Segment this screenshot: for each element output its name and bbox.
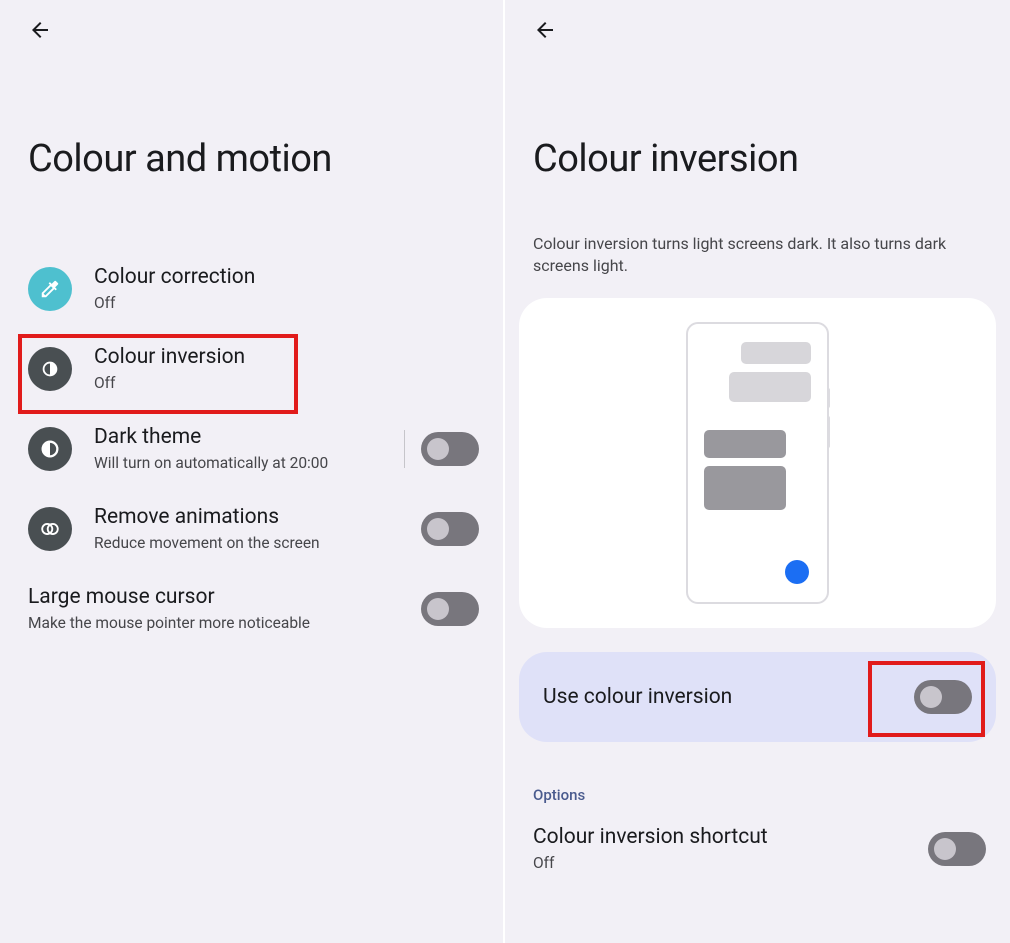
item-title: Colour inversion [94,344,479,371]
use-colour-inversion-card[interactable]: Use colour inversion [519,652,996,742]
item-large-mouse-cursor[interactable]: Large mouse cursor Make the mouse pointe… [0,569,503,649]
toggle-label: Use colour inversion [543,685,732,709]
item-colour-inversion[interactable]: Colour inversion Off [0,329,503,409]
panel-colour-and-motion: Colour and motion Colour correction Off … [0,0,505,943]
item-title: Large mouse cursor [28,584,421,611]
invert-colours-icon [28,347,72,391]
panel-colour-inversion: Colour inversion Colour inversion turns … [505,0,1010,943]
item-title: Dark theme [94,424,388,451]
item-sub: Reduce movement on the screen [94,533,421,554]
item-text: Large mouse cursor Make the mouse pointe… [28,584,421,634]
colour-inversion-shortcut-toggle[interactable] [928,832,986,866]
item-sub: Off [533,853,928,874]
remove-animations-icon [28,507,72,551]
page-title: Colour and motion [28,137,503,181]
description-text: Colour inversion turns light screens dar… [533,233,982,278]
use-colour-inversion-toggle[interactable] [914,680,972,714]
item-colour-correction[interactable]: Colour correction Off [0,249,503,329]
options-header: Options [533,786,1010,804]
arrow-back-icon [533,18,557,42]
item-text: Colour correction Off [94,264,479,314]
page-title: Colour inversion [533,137,1010,181]
item-text: Remove animations Reduce movement on the… [94,504,421,554]
back-button[interactable] [28,18,52,42]
item-text: Colour inversion shortcut Off [533,824,928,874]
item-dark-theme[interactable]: Dark theme Will turn on automatically at… [0,409,503,489]
remove-animations-toggle[interactable] [421,512,479,546]
item-title: Colour correction [94,264,479,291]
preview-card [519,298,996,628]
eyedropper-icon [28,267,72,311]
phone-preview-illustration [686,322,829,604]
item-sub: Will turn on automatically at 20:00 [94,453,388,474]
item-title: Remove animations [94,504,421,531]
item-sub: Off [94,373,479,394]
dark-theme-icon [28,427,72,471]
item-text: Colour inversion Off [94,344,479,394]
arrow-back-icon [28,18,52,42]
item-text: Dark theme Will turn on automatically at… [94,424,388,474]
item-title: Colour inversion shortcut [533,824,928,851]
item-sub: Off [94,293,479,314]
item-remove-animations[interactable]: Remove animations Reduce movement on the… [0,489,503,569]
dark-theme-toggle[interactable] [421,432,479,466]
item-sub: Make the mouse pointer more noticeable [28,613,421,634]
item-colour-inversion-shortcut[interactable]: Colour inversion shortcut Off [505,804,1010,874]
large-mouse-cursor-toggle[interactable] [421,592,479,626]
settings-list: Colour correction Off Colour inversion O… [0,249,503,649]
back-button[interactable] [533,18,557,42]
divider [404,430,405,468]
